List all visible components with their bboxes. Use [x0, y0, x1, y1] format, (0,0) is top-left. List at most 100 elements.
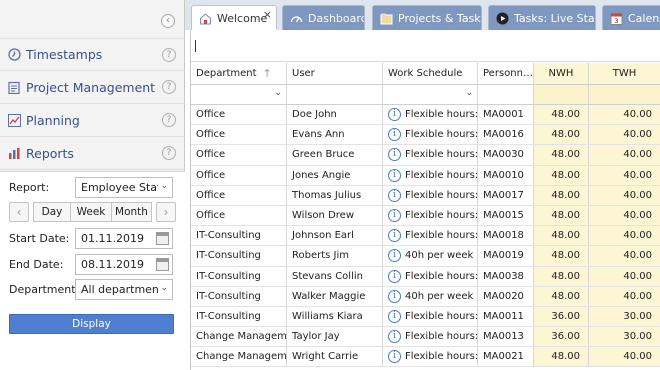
work-schedule-cell: i Flexible hours: 40h — [383, 105, 478, 125]
info-icon[interactable]: i — [388, 108, 401, 122]
nwh-cell: 48.00 — [534, 347, 589, 367]
personnel-filter[interactable] — [478, 85, 534, 104]
welcome-panel: Department ↑ User Work Schedule Personn…… — [190, 30, 660, 370]
nwh-cell: 48.00 — [534, 246, 589, 266]
work-schedule-cell: i Flexible hours: 40h — [383, 125, 478, 145]
help-icon[interactable]: ? — [162, 113, 176, 127]
report-row: Report: Employee Stat ⌄ — [9, 177, 173, 198]
report-select[interactable]: Employee Stat ⌄ — [75, 177, 173, 198]
sidebar-item-project-management[interactable]: Project Management ? — [0, 71, 185, 104]
collapse-sidebar-icon[interactable]: ‹ — [161, 14, 175, 28]
department-value: All departmen — [81, 283, 159, 296]
info-icon[interactable]: i — [388, 350, 401, 364]
grid-search-bar[interactable] — [191, 30, 660, 62]
department-cell: Office — [191, 205, 287, 226]
display-button[interactable]: Display — [9, 314, 174, 334]
table-row[interactable]: OfficeJones Angie i Flexible hours: 40hMA0… — [191, 165, 660, 186]
tab-bar: Welcome × Dashboard Projects & Tasks Tas… — [185, 0, 660, 30]
info-icon[interactable]: i — [388, 128, 401, 142]
sidebar-item-reports[interactable]: Reports ? — [0, 137, 185, 170]
work-schedule-text: Flexible hours: 40h — [405, 149, 478, 161]
user-cell: Green Bruce — [287, 145, 383, 165]
user-filter[interactable] — [287, 85, 383, 104]
column-header-personnel[interactable]: Personn… — [478, 63, 534, 84]
tab-projects-tasks[interactable]: Projects & Tasks — [372, 5, 482, 30]
info-icon[interactable]: i — [388, 209, 401, 223]
help-icon[interactable]: ? — [162, 80, 176, 94]
table-row[interactable]: IT-Consulting Johnson Earl i Flexible hours… — [191, 226, 660, 247]
department-filter[interactable]: ⌄ — [191, 85, 287, 104]
twh-filter[interactable] — [589, 85, 660, 104]
table-row[interactable]: Change ManagementTaylor Jay i Flexible hou… — [191, 327, 660, 348]
department-cell: IT-Consulting — [191, 286, 287, 306]
calendar-icon[interactable] — [156, 232, 169, 245]
tab-calendar[interactable]: 3 Calenda — [602, 5, 660, 30]
report-label: Report: — [9, 181, 50, 194]
department-select[interactable]: All departmen ⌄ — [75, 279, 173, 300]
previous-period-icon[interactable]: ‹ — [9, 202, 29, 222]
period-week-button[interactable]: Week — [71, 202, 112, 222]
info-icon[interactable]: i — [388, 249, 401, 263]
info-icon[interactable]: i — [388, 330, 401, 344]
personnel-cell: MA0030 — [478, 145, 534, 165]
personnel-cell: MA0016 — [478, 125, 534, 145]
sort-ascending-icon[interactable]: ↑ — [263, 67, 272, 80]
department-cell: Office — [191, 105, 287, 125]
tab-dashboard[interactable]: Dashboard — [282, 5, 365, 30]
nwh-cell: 48.00 — [534, 266, 589, 286]
tab-welcome[interactable]: Welcome × — [191, 5, 277, 30]
column-header-twh[interactable]: TWH — [589, 63, 660, 84]
help-icon[interactable]: ? — [162, 146, 176, 160]
user-cell: Evans Ann — [287, 125, 383, 145]
nwh-filter[interactable] — [534, 85, 589, 104]
table-row[interactable]: IT-ConsultingRoberts Jim i 40h per week wi… — [191, 246, 660, 267]
calendar-icon[interactable] — [156, 258, 169, 271]
period-day-button[interactable]: Day — [33, 202, 71, 222]
help-icon[interactable]: ? — [162, 48, 176, 62]
sidebar-item-planning[interactable]: Planning ? — [0, 104, 185, 137]
tab-label: Dashboard — [308, 11, 365, 25]
department-cell: IT-Consulting — [191, 306, 287, 327]
close-tab-icon[interactable]: × — [263, 8, 272, 21]
chevron-down-icon: ⌄ — [158, 283, 168, 293]
column-header-nwh[interactable]: NWH — [534, 63, 589, 84]
info-icon[interactable]: i — [388, 168, 401, 182]
tab-tasks-live-start[interactable]: Tasks: Live Start — [488, 5, 596, 30]
personnel-cell: MA0017 — [478, 185, 534, 205]
info-icon[interactable]: i — [388, 148, 401, 162]
period-month-button[interactable]: Month — [112, 202, 152, 222]
column-header-department[interactable]: Department ↑ — [191, 63, 287, 84]
table-row[interactable]: IT-Consulting Walker Maggie i 40h per week … — [191, 286, 660, 307]
table-row[interactable]: OfficeWilson Drew i Flexible hours: 40hMA0… — [191, 205, 660, 227]
twh-cell: 40.00 — [589, 205, 660, 226]
table-row[interactable]: OfficeDoe John i Flexible hours: 40hMA0001… — [191, 105, 660, 126]
department-row: Department: All departmen ⌄ — [9, 279, 173, 300]
info-icon[interactable]: i — [388, 289, 401, 303]
next-period-icon[interactable]: › — [156, 202, 176, 222]
info-icon[interactable]: i — [388, 309, 401, 323]
table-row[interactable]: IT-Consulting Stevans Collin i Flexible hou… — [191, 266, 660, 287]
column-header-work-schedule[interactable]: Work Schedule — [383, 63, 478, 84]
table-row[interactable]: OfficeThomas Julius i Flexible hours: 40hM… — [191, 185, 660, 206]
table-row[interactable]: OfficeGreen Bruce i Flexible hours: 40hMA0… — [191, 145, 660, 166]
table-row[interactable]: OfficeEvans Ann i Flexible hours: 40hMA001… — [191, 125, 660, 146]
start-date-field[interactable]: 01.11.2019 — [75, 228, 173, 249]
sidebar-item-timestamps[interactable]: Timestamps ? — [0, 38, 185, 71]
info-icon[interactable]: i — [388, 229, 401, 243]
personnel-cell: MA0020 — [478, 286, 534, 306]
work-schedule-filter[interactable]: ⌄ — [383, 85, 478, 104]
nwh-cell: 48.00 — [534, 286, 589, 306]
info-icon[interactable]: i — [388, 188, 401, 202]
department-cell: Office — [191, 125, 287, 145]
info-icon[interactable]: i — [388, 269, 401, 283]
user-cell: Doe John — [287, 105, 383, 125]
period-selector: ‹ Day Week Month › — [9, 202, 176, 222]
table-row[interactable]: IT-Consulting Williams Kiara i Flexible hou… — [191, 306, 660, 328]
play-icon — [495, 11, 509, 25]
end-date-field[interactable]: 08.11.2019 — [75, 254, 173, 275]
column-header-user[interactable]: User — [287, 63, 383, 84]
start-date-value: 01.11.2019 — [81, 232, 144, 245]
department-cell: Office — [191, 185, 287, 205]
start-date-label: Start Date: — [9, 232, 70, 245]
table-row[interactable]: Change ManagementWright Carrie i Flexible … — [191, 347, 660, 368]
